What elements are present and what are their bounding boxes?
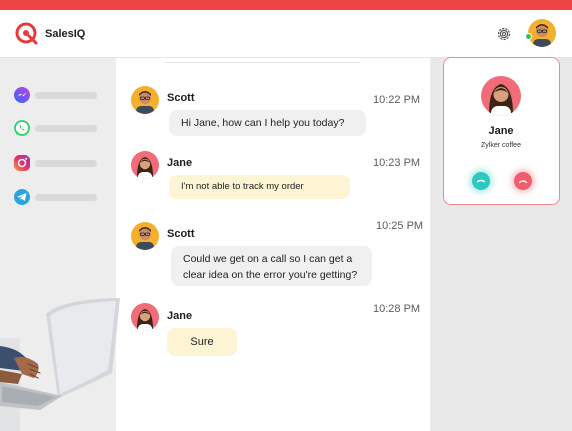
message-time: 10:23 PM xyxy=(373,157,421,169)
message-text-line: Could we get on a call so I can get a xyxy=(183,253,353,265)
jane-avatar xyxy=(131,151,159,179)
jane-avatar xyxy=(131,303,159,331)
channel-placeholder-bar xyxy=(35,92,97,99)
phone-hangup-icon xyxy=(518,180,528,184)
chat-divider xyxy=(165,58,360,63)
message-time: 10:22 PM xyxy=(373,94,421,106)
salesiq-logo-icon[interactable] xyxy=(14,21,40,47)
telegram-icon xyxy=(14,189,30,205)
brand-name: SalesIQ xyxy=(45,28,86,40)
online-status-dot xyxy=(525,33,532,40)
message-bubble: Could we get on a call so I can get a cl… xyxy=(171,246,372,286)
sidebar-item-whatsapp[interactable] xyxy=(13,119,103,137)
whatsapp-icon xyxy=(14,120,30,136)
channel-placeholder-bar xyxy=(35,160,97,167)
sidebar-item-messenger[interactable] xyxy=(13,86,103,104)
message-bubble: Sure xyxy=(167,328,237,356)
sidebar-item-instagram[interactable] xyxy=(13,154,103,172)
channel-placeholder-bar xyxy=(35,125,97,132)
gear-icon[interactable] xyxy=(496,26,512,42)
caller-company: Zylker coffee xyxy=(481,142,521,149)
messenger-icon xyxy=(14,87,30,103)
message-text: Sure xyxy=(190,336,214,348)
message-sender: Jane xyxy=(167,310,193,322)
decline-call-button[interactable] xyxy=(514,172,532,190)
message-sender: Scott xyxy=(167,92,195,104)
laptop-illustration xyxy=(0,298,120,431)
channel-placeholder-bar xyxy=(35,194,97,201)
message-text: I'm not able to track my order xyxy=(181,181,304,192)
message-time: 10:25 PM xyxy=(376,220,424,232)
scott-avatar xyxy=(131,222,159,250)
caller-avatar xyxy=(481,76,521,116)
instagram-icon xyxy=(14,155,30,171)
sidebar-item-telegram[interactable] xyxy=(13,188,103,206)
caller-name: Jane xyxy=(488,125,514,137)
message-sender: Scott xyxy=(167,228,195,240)
message-bubble: I'm not able to track my order xyxy=(169,175,350,199)
message-text: Hi Jane, how can I help you today? xyxy=(181,117,345,129)
app-header: SalesIQ xyxy=(0,10,572,58)
message-time: 10:28 PM xyxy=(373,303,421,315)
message-sender: Jane xyxy=(167,157,193,169)
top-accent-bar xyxy=(0,0,572,10)
incoming-call-card: Jane Zylker coffee xyxy=(443,57,560,205)
message-bubble: Hi Jane, how can I help you today? xyxy=(169,110,366,136)
accept-call-button[interactable] xyxy=(472,172,490,190)
phone-icon xyxy=(476,179,486,183)
user-avatar[interactable] xyxy=(528,19,556,47)
message-text-line: clear idea on the error you're getting? xyxy=(183,269,358,281)
scott-avatar xyxy=(131,86,159,114)
